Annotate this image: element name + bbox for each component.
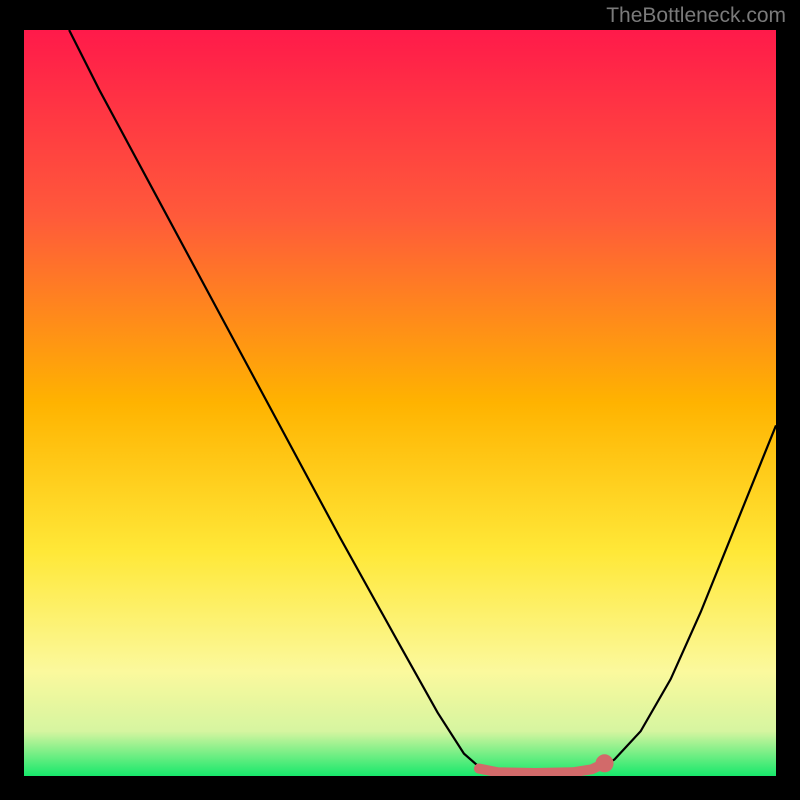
sweet-spot-end-dot — [596, 754, 614, 772]
chart-plot-area — [24, 30, 776, 776]
bottleneck-chart — [24, 30, 776, 776]
gradient-background — [24, 30, 776, 776]
attribution-text: TheBottleneck.com — [606, 4, 786, 28]
